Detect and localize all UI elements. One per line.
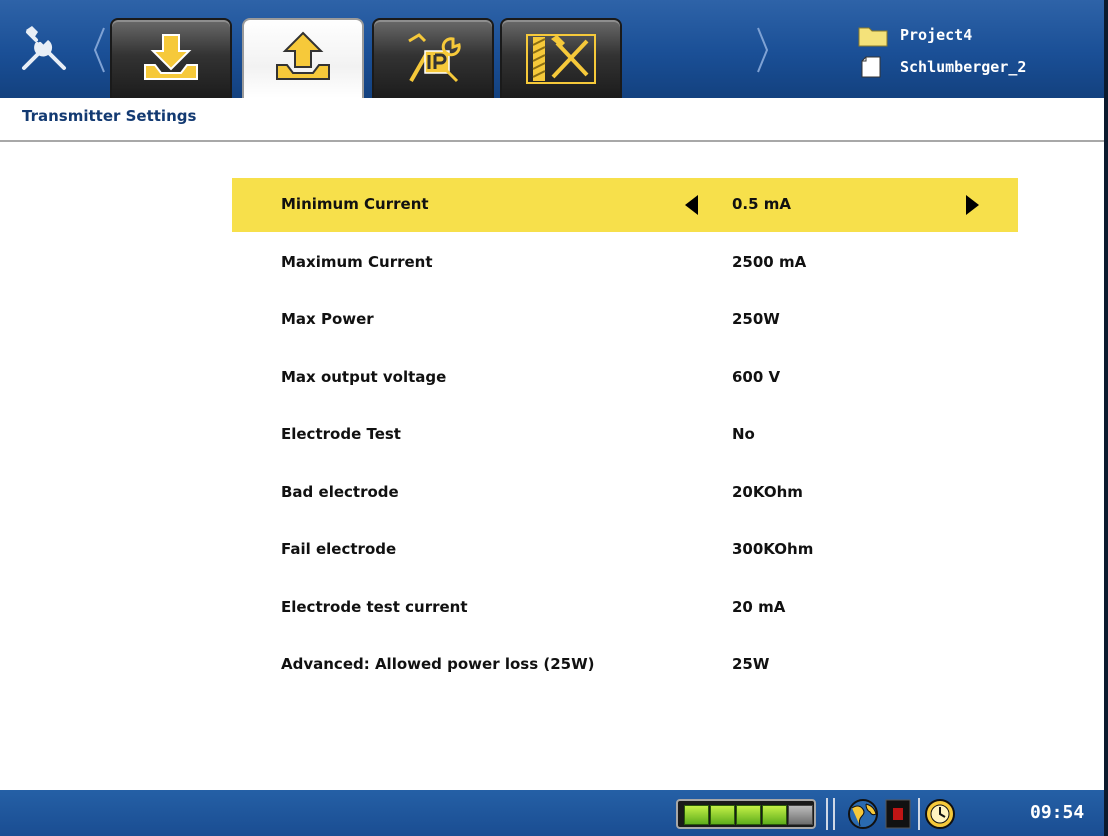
tab-upload[interactable] (242, 18, 364, 98)
status-bar: 09:54 (0, 790, 1104, 836)
ip-settings-icon (408, 33, 461, 83)
project-row[interactable]: Project4 (858, 20, 972, 50)
page-title-bar: Transmitter Settings (0, 98, 1104, 142)
file-row[interactable]: Schlumberger_2 (858, 52, 1026, 82)
setting-row-maximum-current[interactable]: Maximum Current 2500 mA (232, 236, 1018, 290)
file-name: Schlumberger_2 (900, 58, 1027, 76)
setting-label: Bad electrode (281, 482, 399, 501)
setting-label: Maximum Current (281, 252, 433, 271)
document-icon (861, 56, 881, 78)
status-separator (833, 798, 835, 830)
setting-value: 0.5 mA (732, 195, 792, 213)
clock-icon[interactable] (924, 798, 956, 830)
setting-value: 250W (732, 310, 780, 328)
project-name: Project4 (900, 26, 973, 44)
status-separator (918, 798, 920, 830)
setting-row-max-output-voltage[interactable]: Max output voltage 600 V (232, 351, 1018, 405)
decrease-arrow-icon[interactable] (685, 195, 698, 215)
setting-row-max-power[interactable]: Max Power 250W (232, 293, 1018, 347)
setting-label: Max Power (281, 310, 374, 328)
download-icon (144, 34, 198, 80)
setting-row-electrode-test-current[interactable]: Electrode test current 20 mA (232, 581, 1018, 635)
folder-icon (858, 27, 888, 47)
setting-row-electrode-test[interactable]: Electrode Test No (232, 408, 1018, 462)
setting-row-bad-electrode[interactable]: Bad electrode 20KOhm (232, 466, 1018, 520)
upload-icon (276, 31, 330, 80)
setting-value: 20KOhm (732, 482, 803, 501)
tab-hardware-tools[interactable] (500, 18, 622, 98)
setting-row-allowed-power-loss[interactable]: Advanced: Allowed power loss (25W) 25W (232, 638, 1018, 692)
setting-value: 600 V (732, 367, 781, 386)
setting-row-minimum-current[interactable]: Minimum Current 0.5 mA (232, 178, 1018, 232)
top-toolbar: Project4 Schlumberger_2 (0, 0, 1104, 98)
app-window: Project4 Schlumberger_2 Transmitter Sett… (0, 0, 1108, 836)
setting-label: Minimum Current (281, 195, 429, 213)
tab-download[interactable] (110, 18, 232, 98)
settings-list: Minimum Current 0.5 mA Maximum Current 2… (232, 178, 1018, 696)
setting-label: Fail electrode (281, 540, 397, 558)
project-info: Project4 Schlumberger_2 (858, 0, 1104, 98)
status-separator (826, 798, 828, 830)
battery-indicator (676, 799, 816, 829)
setting-value: 25W (732, 655, 770, 673)
tabs-scroll-right-icon[interactable] (756, 26, 770, 74)
globe-icon[interactable] (846, 798, 880, 830)
setting-row-fail-electrode[interactable]: Fail electrode 300KOhm (232, 523, 1018, 577)
tabs-scroll-left-icon[interactable] (92, 26, 106, 74)
clock-time: 09:54 (1030, 802, 1085, 823)
increase-arrow-icon[interactable] (966, 195, 979, 215)
setting-label: Advanced: Allowed power loss (25W) (281, 655, 595, 673)
record-indicator-icon (885, 799, 911, 829)
hardware-tools-icon (526, 34, 596, 84)
setting-value: No (732, 425, 755, 443)
settings-tools-icon[interactable] (14, 22, 74, 78)
setting-label: Max output voltage (281, 367, 447, 386)
tab-ip-settings[interactable] (372, 18, 494, 98)
setting-value: 2500 mA (732, 252, 807, 271)
setting-label: Electrode Test (281, 425, 401, 443)
setting-label: Electrode test current (281, 597, 468, 616)
setting-value: 300KOhm (732, 540, 814, 558)
page-title: Transmitter Settings (22, 107, 197, 125)
setting-value: 20 mA (732, 597, 786, 616)
